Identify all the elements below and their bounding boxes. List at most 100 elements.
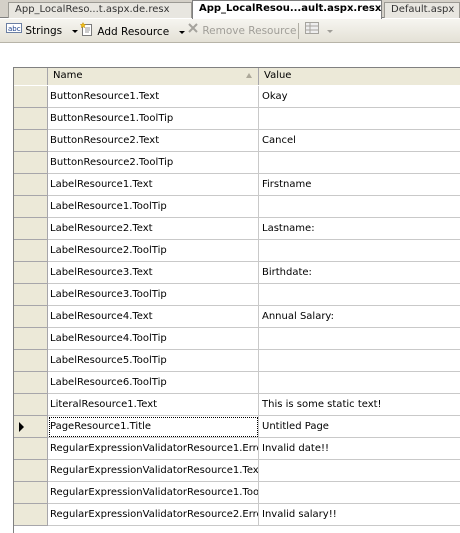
value-cell[interactable]: [259, 152, 460, 174]
table-row[interactable]: RegularExpressionValidatorResource1.Text: [14, 460, 460, 482]
value-cell[interactable]: [259, 196, 460, 218]
sort-ascending-icon: [246, 73, 252, 78]
column-header-value[interactable]: Value: [259, 68, 460, 85]
value-cell[interactable]: [259, 350, 460, 372]
table-row[interactable]: LabelResource3.Text Birthdate:: [14, 262, 460, 284]
resource-toolbar: abc Strings Add Resource Remove Resource: [0, 19, 460, 43]
row-header[interactable]: [14, 350, 48, 372]
views-dropdown-button[interactable]: [305, 22, 334, 40]
name-cell[interactable]: PageResource1.Title: [48, 416, 259, 438]
value-cell[interactable]: [259, 284, 460, 306]
name-cell[interactable]: ButtonResource2.ToolTip: [48, 152, 259, 174]
table-row[interactable]: LabelResource4.Text Annual Salary:: [14, 306, 460, 328]
table-row[interactable]: LabelResource2.ToolTip: [14, 240, 460, 262]
table-row[interactable]: LabelResource6.ToolTip: [14, 372, 460, 394]
row-header[interactable]: [14, 284, 48, 306]
value-cell[interactable]: Untitled Page: [259, 416, 460, 438]
name-cell[interactable]: ButtonResource2.Text: [48, 130, 259, 152]
row-header[interactable]: [14, 504, 48, 526]
name-cell[interactable]: LabelResource4.Text: [48, 306, 259, 328]
table-row[interactable]: LabelResource1.Text Firstname: [14, 174, 460, 196]
value-cell[interactable]: Cancel: [259, 130, 460, 152]
name-cell[interactable]: LabelResource6.ToolTip: [48, 372, 259, 394]
value-cell[interactable]: Firstname: [259, 174, 460, 196]
name-cell[interactable]: LabelResource1.Text: [48, 174, 259, 196]
table-row[interactable]: LabelResource2.Text Lastname:: [14, 218, 460, 240]
value-cell[interactable]: Invalid date!!: [259, 438, 460, 460]
value-cell[interactable]: Annual Salary:: [259, 306, 460, 328]
row-header[interactable]: [14, 262, 48, 284]
value-cell[interactable]: [259, 328, 460, 350]
table-row[interactable]: ButtonResource2.Text Cancel: [14, 130, 460, 152]
table-row[interactable]: LabelResource5.ToolTip: [14, 350, 460, 372]
value-cell[interactable]: [259, 482, 460, 504]
table-row[interactable]: ButtonResource1.ToolTip: [14, 108, 460, 130]
name-cell[interactable]: ButtonResource1.Text: [48, 86, 259, 108]
value-cell[interactable]: Invalid salary!!: [259, 504, 460, 526]
name-cell[interactable]: RegularExpressionValidatorResource1.Tool…: [48, 482, 259, 504]
name-cell[interactable]: LabelResource3.ToolTip: [48, 284, 259, 306]
name-cell[interactable]: LabelResource4.ToolTip: [48, 328, 259, 350]
row-header[interactable]: [14, 416, 48, 438]
add-resource-icon: [79, 21, 94, 42]
row-header[interactable]: [14, 130, 48, 152]
row-header[interactable]: [14, 152, 48, 174]
row-header[interactable]: [14, 328, 48, 350]
table-row[interactable]: LabelResource3.ToolTip: [14, 284, 460, 306]
name-cell[interactable]: RegularExpressionValidatorResource1.Erro…: [48, 438, 259, 460]
name-cell[interactable]: RegularExpressionValidatorResource1.Text: [48, 460, 259, 482]
tab-default-aspx[interactable]: Default.aspx: [384, 2, 460, 18]
value-cell[interactable]: [259, 460, 460, 482]
name-cell[interactable]: LabelResource2.Text: [48, 218, 259, 240]
chevron-down-icon: [327, 29, 334, 33]
row-header[interactable]: [14, 218, 48, 240]
row-header[interactable]: [14, 460, 48, 482]
name-cell[interactable]: LiteralResource1.Text: [48, 394, 259, 416]
remove-resource-button[interactable]: Remove Resource: [187, 22, 296, 40]
row-header[interactable]: [14, 196, 48, 218]
strings-icon: abc: [6, 22, 22, 40]
table-row[interactable]: LabelResource4.ToolTip: [14, 328, 460, 350]
value-cell[interactable]: Lastname:: [259, 218, 460, 240]
row-header[interactable]: [14, 438, 48, 460]
row-header[interactable]: [14, 174, 48, 196]
table-row[interactable]: LiteralResource1.Text This is some static…: [14, 394, 460, 416]
name-cell[interactable]: LabelResource1.ToolTip: [48, 196, 259, 218]
column-header-name[interactable]: Name: [48, 68, 259, 85]
row-header[interactable]: [14, 108, 48, 130]
row-header[interactable]: [14, 86, 48, 108]
grid-header: Name Value: [14, 68, 460, 85]
resource-grid: Name Value ButtonResource1.Text Okay Butto…: [13, 67, 460, 533]
row-header[interactable]: [14, 394, 48, 416]
value-cell[interactable]: [259, 108, 460, 130]
name-cell[interactable]: LabelResource2.ToolTip: [48, 240, 259, 262]
row-header[interactable]: [14, 240, 48, 262]
table-row[interactable]: RegularExpressionValidatorResource1.Tool…: [14, 482, 460, 504]
value-cell[interactable]: Okay: [259, 86, 460, 108]
table-row[interactable]: RegularExpressionValidatorResource2.Erro…: [14, 504, 460, 526]
name-cell[interactable]: ButtonResource1.ToolTip: [48, 108, 259, 130]
row-header-corner[interactable]: [14, 68, 48, 85]
current-row-arrow-icon: [19, 422, 24, 432]
table-row[interactable]: RegularExpressionValidatorResource1.Erro…: [14, 438, 460, 460]
add-resource-button[interactable]: Add Resource: [79, 21, 185, 42]
row-header[interactable]: [14, 306, 48, 328]
table-row[interactable]: PageResource1.Title Untitled Page: [14, 416, 460, 438]
name-cell[interactable]: RegularExpressionValidatorResource2.Erro…: [48, 504, 259, 526]
table-row[interactable]: ButtonResource1.Text Okay: [14, 86, 460, 108]
name-cell[interactable]: LabelResource5.ToolTip: [48, 350, 259, 372]
chevron-down-icon: [71, 29, 78, 33]
table-row[interactable]: ButtonResource2.ToolTip: [14, 152, 460, 174]
tab-de-resx[interactable]: App_LocalReso...t.aspx.de.resx: [8, 2, 192, 18]
name-cell[interactable]: LabelResource3.Text: [48, 262, 259, 284]
row-header[interactable]: [14, 372, 48, 394]
value-cell[interactable]: Birthdate:: [259, 262, 460, 284]
tab-default-resx[interactable]: App_LocalResou...ault.aspx.resx: [192, 0, 382, 19]
value-cell[interactable]: [259, 240, 460, 262]
strings-dropdown-button[interactable]: abc Strings: [6, 22, 78, 40]
row-header[interactable]: [14, 482, 48, 504]
close-icon: [187, 22, 199, 40]
table-row[interactable]: LabelResource1.ToolTip: [14, 196, 460, 218]
value-cell[interactable]: [259, 372, 460, 394]
value-cell[interactable]: This is some static text!: [259, 394, 460, 416]
